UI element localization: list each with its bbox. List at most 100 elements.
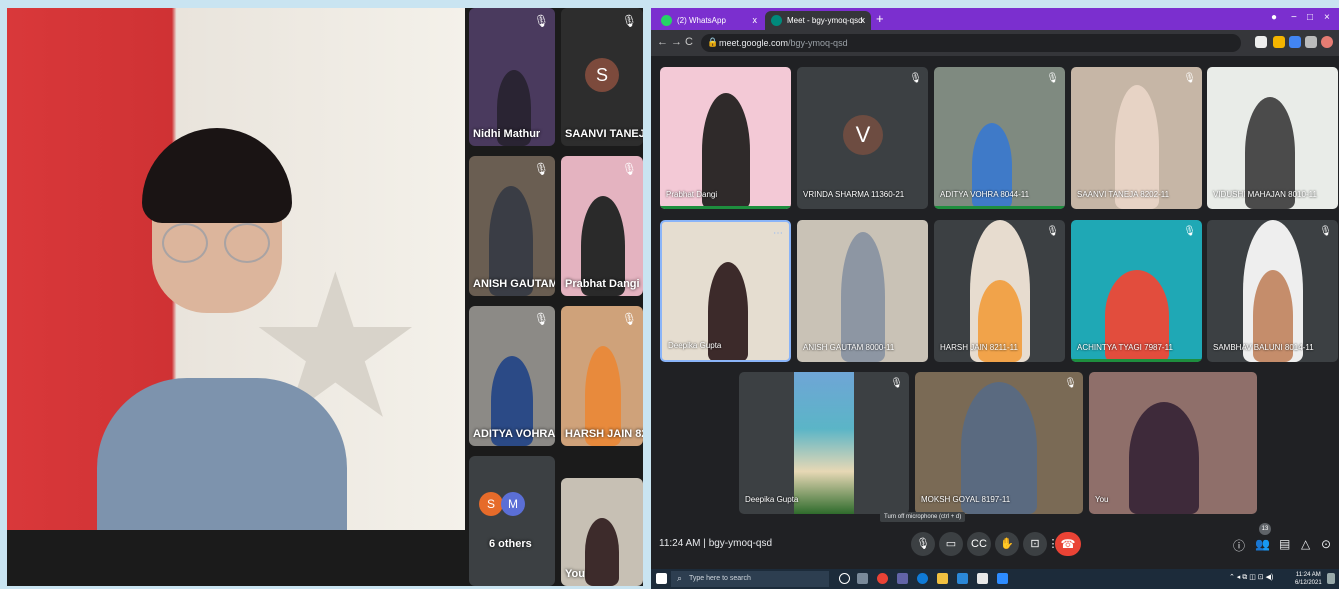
main-speaker-video: ★ [7,8,465,530]
participant-tile[interactable]: ADITYA VOHRA 8044-11 🎙 [934,67,1065,209]
participant-name: Nidhi Mathur [473,128,541,140]
task-view-icon[interactable] [857,573,868,584]
muted-mic-icon: 🎙 [533,14,549,28]
participant-tile[interactable]: SAANVI TANEJA 8202-11 🎙 [1071,67,1202,209]
file-explorer-icon[interactable] [937,573,948,584]
tab-meet[interactable]: Meet - bgy-ymoq-qsd x [765,11,871,30]
muted-mic-icon: 🎙 [1183,73,1196,84]
participant-tile[interactable]: Prabhat Dangi [660,67,791,209]
taskbar-clock[interactable]: 11:24 AM 6/12/2021 [1295,571,1322,587]
url-host: meet.google.com [719,38,789,48]
participant-tile[interactable]: ANISH GAUTAM 8000-11 [797,220,928,362]
windows-taskbar: ⌕ Type here to search ⌃ ◂ ⧉ ◫ ⊡ ◀) 11:24… [651,569,1339,589]
chat-icon[interactable]: ▤ [1279,537,1290,551]
meeting-controls-bar: 11:24 AM | bgy-ymoq-qsd 🎙 ▭ CC ✋ ⊡ ⋮ ☎ ⓘ… [651,529,1339,569]
participant-tile[interactable]: 🎙 ADITYA VOHRA ... [469,306,555,446]
close-window-button[interactable]: × [1324,12,1330,23]
clock-time: 11:24 AM [1295,572,1321,578]
bookmark-star-icon[interactable] [1273,36,1285,48]
others-count: 6 others [489,538,532,550]
speaking-indicator [660,206,791,209]
participant-tile[interactable]: V VRINDA SHARMA 11360-21 🎙 [797,67,928,209]
camera-icon[interactable]: ▭ [939,532,963,556]
participant-name: HARSH JAIN 8211-11 [940,343,1018,352]
participant-tile[interactable]: 🎙 HARSH JAIN 821... [561,306,643,446]
extension-icon[interactable] [1289,36,1301,48]
activities-icon[interactable]: △ [1301,537,1310,551]
muted-mic-icon: 🎙 [621,14,637,28]
avatar: V [843,115,883,155]
participant-name: VRINDA SHARMA 11360-21 [803,190,905,199]
participant-name: ADITYA VOHRA 8044-11 [940,190,1030,199]
participant-count-badge: 13 [1259,523,1271,535]
forward-icon[interactable]: → [671,36,682,48]
participant-tile[interactable]: SAMBHAV BALUNI 8014-11 🎙 [1207,220,1338,362]
search-placeholder: Type here to search [689,575,751,582]
system-tray-icons[interactable]: ⌃ ◂ ⧉ ◫ ⊡ ◀) [1229,573,1285,584]
more-options-icon[interactable]: ⋯ [773,228,783,239]
participant-name: Prabhat Dangi [666,190,718,199]
taskbar-search[interactable]: ⌕ Type here to search [671,571,829,587]
extension-icon[interactable] [1255,36,1267,48]
app-icon[interactable] [977,573,988,584]
participant-name: HARSH JAIN 821... [565,428,643,440]
muted-mic-icon: 🎙 [1319,226,1332,237]
maximize-button[interactable]: □ [1307,12,1313,23]
avatar: M [501,492,525,516]
zoom-icon[interactable] [997,573,1008,584]
avatar: S [585,58,619,92]
new-tab-button[interactable]: + [876,11,884,26]
store-icon[interactable] [957,573,968,584]
reload-icon[interactable]: C [685,36,693,48]
participant-tile[interactable]: HARSH JAIN 8211-11 🎙 [934,220,1065,362]
back-icon[interactable]: ← [657,36,668,48]
participant-name: Deepika Gupta [745,495,799,504]
separator: | [703,538,706,549]
close-icon[interactable]: x [753,15,758,25]
muted-mic-icon: 🎙 [909,73,922,84]
teams-icon[interactable] [897,573,908,584]
info-icon[interactable]: ⓘ [1233,537,1245,554]
participant-name: SAANVI TANEJA ... [565,128,643,140]
participant-name: You [565,568,585,580]
participant-name: VIDUSHI MAHAJAN 8010-11 [1213,190,1317,199]
others-tile[interactable]: S M 6 others [469,456,555,586]
participant-tile[interactable]: 🎙 ANISH GAUTAM ... [469,156,555,296]
end-call-icon[interactable]: ☎ [1055,532,1081,556]
muted-mic-icon: 🎙 [1064,378,1077,389]
windows-start-icon[interactable] [656,573,667,584]
close-icon[interactable]: x [861,15,866,25]
minimize-button[interactable]: − [1291,12,1297,23]
lock-icon: 🔒 [707,37,719,47]
participant-tile[interactable]: S 🎙 SAANVI TANEJA ... [561,8,643,146]
participant-tile-pinned[interactable]: Deepika Gupta ⋯ [660,220,791,362]
raise-hand-icon[interactable]: ✋ [995,532,1019,556]
self-tile[interactable]: You [1089,372,1257,514]
notifications-icon[interactable] [1327,573,1335,584]
self-tile[interactable]: You [561,478,643,586]
muted-mic-icon: 🎙 [1046,73,1059,84]
puzzle-icon[interactable] [1305,36,1317,48]
muted-mic-icon: 🎙 [533,162,549,176]
edge-icon[interactable] [917,573,928,584]
participant-tile[interactable]: 🎙 Prabhat Dangi [561,156,643,296]
host-controls-icon[interactable]: ⊙ [1321,537,1331,551]
profile-icon[interactable]: ● [1271,12,1277,23]
people-icon[interactable]: 👥 [1255,537,1270,551]
participant-tile[interactable]: 🎙 Nidhi Mathur [469,8,555,146]
participant-name: ACHINTYA TYAGI 7987-11 [1077,343,1173,352]
whatsapp-icon [661,15,672,26]
url-field[interactable]: 🔒 meet.google.com/bgy-ymoq-qsd [701,34,1241,52]
chrome-icon[interactable] [877,573,888,584]
speaking-indicator [934,206,1065,209]
captions-icon[interactable]: CC [967,532,991,556]
tab-whatsapp[interactable]: (2) WhatsApp x [655,11,763,30]
meet-icon [771,15,782,26]
microphone-icon[interactable]: 🎙 [911,532,935,556]
participant-tile[interactable]: Deepika Gupta 🎙 [739,372,909,514]
participant-tile[interactable]: ACHINTYA TYAGI 7987-11 🎙 [1071,220,1202,362]
participant-tile[interactable]: VIDUSHI MAHAJAN 8010-11 [1207,67,1338,209]
profile-avatar[interactable] [1321,36,1333,48]
cortana-icon[interactable] [839,573,850,584]
participant-tile[interactable]: MOKSH GOYAL 8197-11 🎙 [915,372,1083,514]
